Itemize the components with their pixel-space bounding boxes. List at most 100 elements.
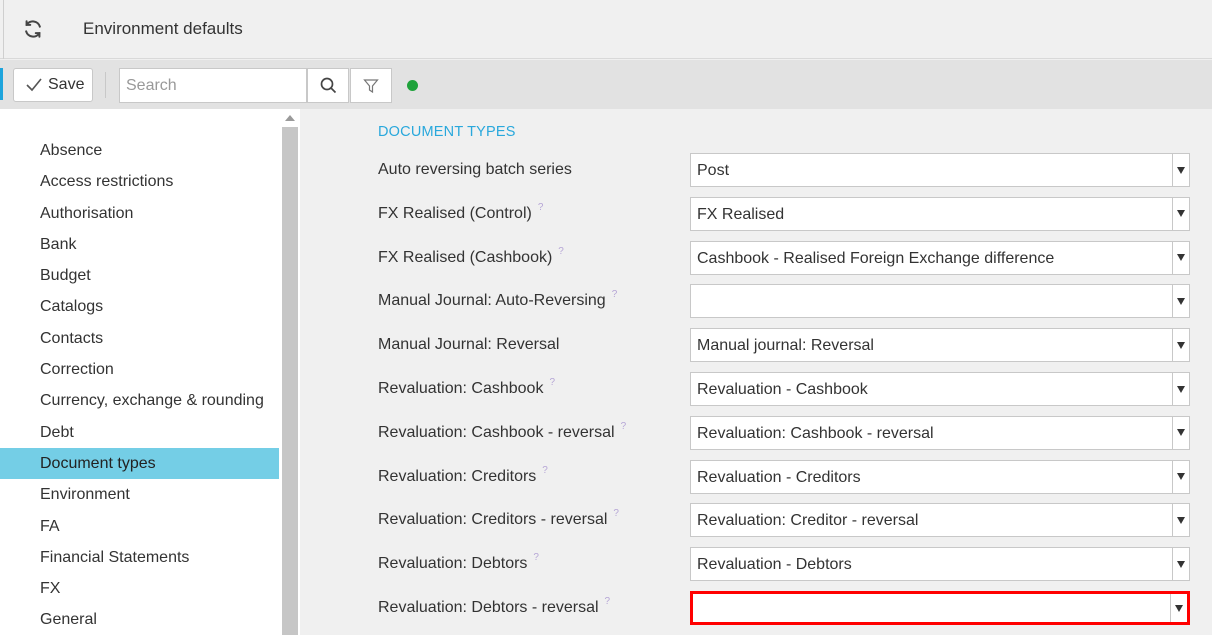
field-select[interactable]: Revaluation: Creditor - reversal: [690, 503, 1190, 538]
sidebar-item[interactable]: FX: [0, 573, 279, 604]
field-select[interactable]: Revaluation - Cashbook: [690, 372, 1190, 406]
field-select[interactable]: [690, 284, 1190, 319]
sidebar-item[interactable]: Access restrictions: [0, 166, 279, 197]
sidebar-item[interactable]: General: [0, 604, 279, 635]
sidebar-item[interactable]: Bank: [0, 229, 279, 260]
dropdown-button[interactable]: [1172, 548, 1189, 581]
scroll-up-arrow-icon[interactable]: [285, 115, 295, 121]
status-indicator: [407, 80, 418, 91]
sidebar-item[interactable]: FA: [0, 511, 279, 542]
dropdown-button[interactable]: [1172, 241, 1189, 274]
field-row: Revaluation: Creditors? Revaluation - Cre…: [378, 459, 1190, 494]
field-label: Revaluation: Cashbook?: [378, 377, 555, 398]
sidebar-item[interactable]: Environment: [0, 479, 279, 510]
help-icon[interactable]: ?: [612, 289, 618, 300]
chevron-down-icon: [1177, 429, 1185, 437]
chevron-down-icon: [1177, 560, 1185, 568]
sidebar: Absence Access restrictions Authorisation B…: [0, 109, 300, 635]
field-label-text: Auto reversing batch series: [378, 161, 572, 178]
field-label: Revaluation: Debtors - reversal?: [378, 596, 611, 617]
field-select[interactable]: Revaluation - Debtors: [690, 547, 1190, 582]
field-select[interactable]: Revaluation: Cashbook - reversal: [690, 415, 1190, 450]
sidebar-item[interactable]: Absence: [0, 135, 279, 166]
field-label-text: Manual Journal: Auto-Reversing: [378, 292, 606, 310]
dropdown-button[interactable]: [1172, 154, 1189, 186]
field-label: Revaluation: Debtors?: [378, 552, 539, 573]
sidebar-item[interactable]: Financial Statements: [0, 542, 279, 573]
dropdown-button[interactable]: [1172, 373, 1189, 405]
dropdown-button[interactable]: [1170, 594, 1187, 622]
field-label: Auto reversing batch series: [378, 161, 572, 179]
sidebar-item[interactable]: Budget: [0, 260, 279, 291]
dropdown-button[interactable]: [1172, 197, 1189, 230]
dropdown-button[interactable]: [1172, 504, 1189, 537]
field-row: Revaluation: Cashbook? Revaluation - Cash…: [378, 372, 1190, 406]
field-label-text: Revaluation: Debtors - reversal: [378, 599, 599, 616]
field-select[interactable]: Post: [690, 153, 1190, 187]
dropdown-button[interactable]: [1172, 329, 1189, 362]
field-select-value: Revaluation: Cashbook - reversal: [697, 424, 934, 442]
field-label: Manual Journal: Reversal: [378, 336, 559, 354]
title-bar-divider: [0, 0, 4, 59]
help-icon[interactable]: ?: [538, 202, 544, 213]
search-input[interactable]: [119, 68, 307, 103]
field-label: Revaluation: Creditors?: [378, 465, 548, 486]
chevron-down-icon: [1175, 604, 1183, 612]
filter-button[interactable]: [350, 68, 392, 103]
sidebar-item[interactable]: Debt: [0, 417, 279, 448]
field-row: Revaluation: Creditors - reversal? Revalu…: [378, 503, 1190, 538]
save-button-label: Save: [48, 76, 85, 93]
field-select-value: Revaluation - Cashbook: [697, 381, 868, 398]
search-icon: [320, 77, 336, 94]
chevron-down-icon: [1177, 341, 1185, 349]
help-icon[interactable]: ?: [605, 596, 611, 607]
field-select-value: Post: [697, 162, 730, 179]
field-label: FX Realised (Cashbook)?: [378, 246, 564, 267]
help-icon[interactable]: ?: [558, 246, 564, 257]
sidebar-item[interactable]: Currency, exchange & rounding: [0, 385, 279, 416]
dropdown-button[interactable]: [1172, 460, 1189, 493]
chevron-down-icon: [1177, 516, 1185, 524]
search-button[interactable]: [307, 68, 349, 103]
help-icon[interactable]: ?: [533, 552, 539, 563]
field-row: Revaluation: Cashbook - reversal? Revalua…: [378, 415, 1190, 450]
field-label-text: FX Realised (Control): [378, 204, 532, 222]
sidebar-item[interactable]: Correction: [0, 354, 279, 385]
field-select[interactable]: Revaluation - Creditors: [690, 459, 1190, 494]
refresh-icon[interactable]: [20, 16, 46, 42]
sidebar-item[interactable]: Document types: [0, 447, 279, 480]
title-bar: Environment defaults: [0, 0, 1212, 59]
dropdown-button[interactable]: [1172, 416, 1189, 449]
sidebar-scrollbar-thumb[interactable]: [282, 127, 298, 635]
sidebar-list: Absence Access restrictions Authorisation B…: [0, 109, 300, 635]
field-select-value: Manual journal: Reversal: [697, 337, 874, 355]
help-icon[interactable]: ?: [549, 377, 555, 388]
field-select-value: Cashbook - Realised Foreign Exchange dif…: [697, 249, 1055, 267]
field-label-text: Revaluation: Debtors: [378, 555, 528, 573]
toolbar-accent: [0, 68, 3, 100]
field-select[interactable]: Manual journal: Reversal: [690, 328, 1190, 363]
field-row: Manual Journal: Reversal Manual journal: …: [378, 328, 1190, 363]
field-label-text: Revaluation: Cashbook: [378, 380, 544, 397]
field-label: Revaluation: Creditors - reversal?: [378, 508, 619, 529]
field-label-text: Revaluation: Creditors - reversal: [378, 511, 608, 529]
save-button[interactable]: Save: [13, 68, 93, 102]
help-icon[interactable]: ?: [542, 465, 548, 476]
field-select-value: Revaluation - Creditors: [697, 468, 861, 486]
page-title: Environment defaults: [83, 19, 243, 38]
field-select-value: FX Realised: [697, 205, 785, 223]
chevron-down-icon: [1177, 385, 1185, 393]
field-label: Revaluation: Cashbook - reversal?: [378, 421, 627, 442]
dropdown-button[interactable]: [1172, 285, 1189, 318]
help-icon[interactable]: ?: [621, 421, 627, 432]
sidebar-item[interactable]: Authorisation: [0, 198, 279, 229]
field-select[interactable]: [690, 591, 1190, 625]
sidebar-item[interactable]: Catalogs: [0, 291, 279, 322]
field-select[interactable]: Cashbook - Realised Foreign Exchange dif…: [690, 240, 1190, 275]
field-select[interactable]: FX Realised: [690, 196, 1190, 231]
sidebar-item[interactable]: Contacts: [0, 323, 279, 354]
toolbar: Save: [0, 60, 1212, 109]
chevron-down-icon: [1177, 210, 1185, 218]
help-icon[interactable]: ?: [613, 508, 619, 519]
field-label: Manual Journal: Auto-Reversing?: [378, 289, 618, 310]
